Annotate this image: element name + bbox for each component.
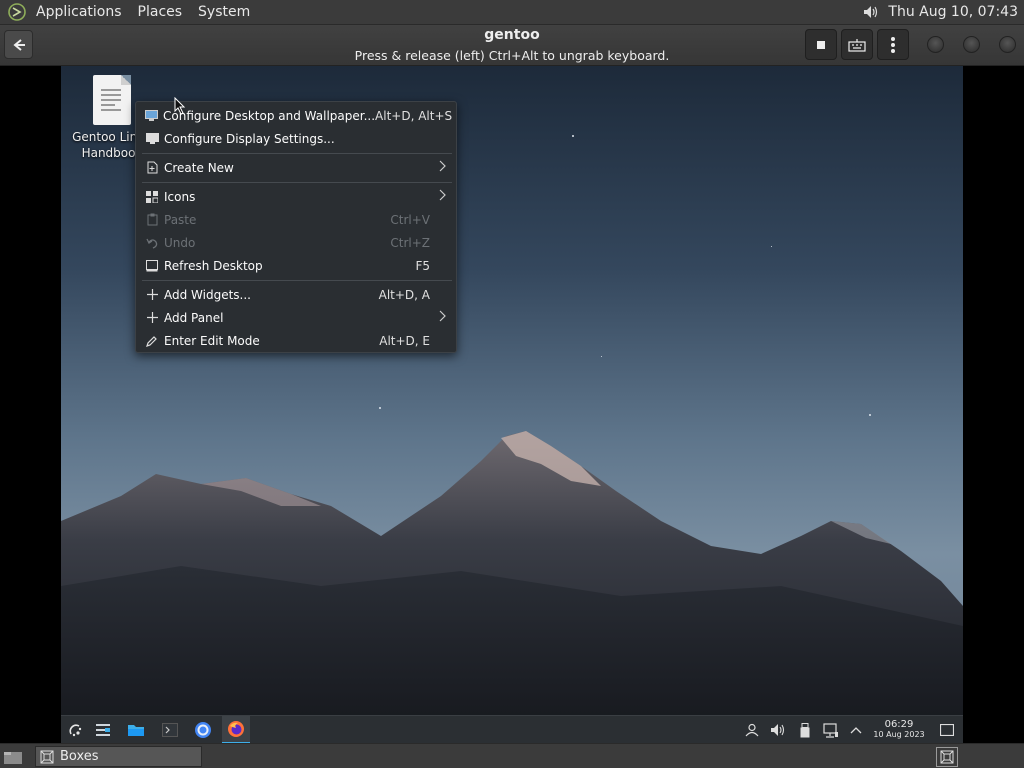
menu-item-paste[interactable]: Paste Ctrl+V [136,208,458,231]
workspace-icon [940,750,954,764]
applications-menu[interactable]: Applications [28,0,130,25]
wallpaper-icon [145,109,158,123]
vm-clock-time: 06:29 [884,719,914,730]
more-options-button[interactable] [877,29,909,60]
desktop-context-menu: Configure Desktop and Wallpaper... Alt+D… [135,101,457,353]
submenu-arrow-icon [439,189,446,204]
network-icon[interactable] [817,716,845,743]
menu-item-add-panel[interactable]: Add Panel [136,306,458,329]
app-menu-logo-icon[interactable] [6,1,28,23]
chromium-icon[interactable] [189,716,217,743]
volume-icon[interactable] [860,1,882,23]
pencil-icon [145,334,159,348]
menu-separator [142,280,452,281]
stop-button[interactable] [805,29,837,60]
mouse-cursor-icon [174,97,186,115]
menu-separator [142,182,452,183]
system-menu[interactable]: System [190,0,258,25]
document-icon [93,75,131,125]
system-settings-icon[interactable] [89,716,117,743]
keyboard-icon [848,38,866,52]
plus-icon [145,311,159,325]
vm-volume-icon[interactable] [764,716,792,743]
firefox-icon[interactable] [222,716,250,743]
icons-grid-icon [145,190,159,204]
places-menu[interactable]: Places [130,0,191,25]
vertical-dots-icon [891,36,895,53]
boxes-app-icon [40,750,54,764]
vm-taskbar: 06:29 10 Aug 2023 [61,715,963,743]
vm-display[interactable]: Gentoo Linux Handbook Configure Desktop … [61,66,963,743]
minimize-button[interactable] [927,36,944,53]
maximize-button[interactable] [963,36,980,53]
vm-clock[interactable]: 06:29 10 Aug 2023 [869,719,929,740]
vm-clock-date: 10 Aug 2023 [873,730,925,739]
taskbar-item-boxes[interactable]: Boxes [35,746,202,767]
close-button[interactable] [999,36,1016,53]
menu-item-undo[interactable]: Undo Ctrl+Z [136,231,458,254]
top-clock[interactable]: Thu Aug 10, 07:43 [884,4,1024,20]
user-icon[interactable] [738,716,766,743]
submenu-arrow-icon [439,160,446,175]
refresh-icon [145,259,159,273]
display-icon [145,132,159,146]
plus-icon [145,288,159,302]
file-manager-icon[interactable] [122,716,150,743]
paste-icon [145,213,159,227]
show-desktop-icon[interactable] [2,747,24,766]
kde-launcher-icon[interactable] [61,716,89,743]
menu-item-enter-edit-mode[interactable]: Enter Edit Mode Alt+D, E [136,329,458,352]
new-document-icon [145,161,159,175]
menu-item-icons[interactable]: Icons [136,185,458,208]
keyboard-button[interactable] [841,29,873,60]
host-taskbar: Boxes [0,743,1024,768]
undo-icon [145,236,159,250]
menu-separator [142,153,452,154]
menu-item-refresh-desktop[interactable]: Refresh Desktop F5 [136,254,458,277]
top-panel: Applications Places System Thu Aug 10, 0… [0,0,1024,25]
terminal-icon[interactable] [156,716,184,743]
menu-item-add-widgets[interactable]: Add Widgets... Alt+D, A [136,283,458,306]
boxes-header-bar: gentoo Press & release (left) Ctrl+Alt t… [0,25,1024,66]
menu-item-create-new[interactable]: Create New [136,156,458,179]
stop-icon [817,40,825,49]
menu-item-configure-display[interactable]: Configure Display Settings... [136,127,458,150]
tray-expand-chevron-icon[interactable] [842,716,870,743]
taskbar-item-label: Boxes [60,749,99,764]
usb-device-icon[interactable] [791,716,819,743]
submenu-arrow-icon [439,310,446,325]
workspace-switcher[interactable] [936,747,958,767]
peek-desktop-icon[interactable] [933,716,961,743]
